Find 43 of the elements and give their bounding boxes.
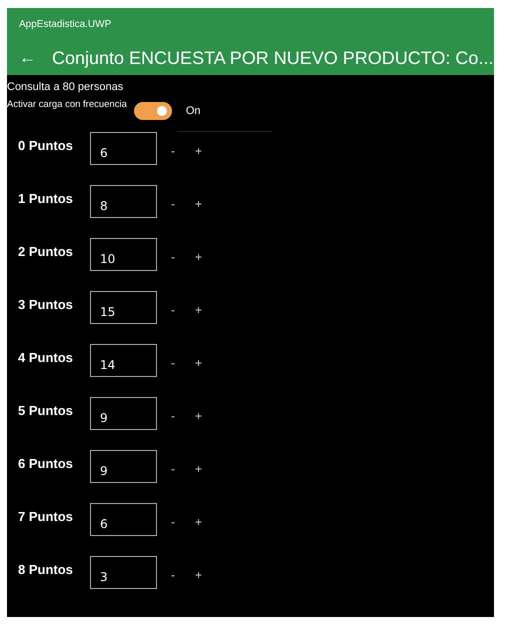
app-title: AppEstadistica.UWP xyxy=(7,8,494,41)
plus-button[interactable]: + xyxy=(191,144,206,158)
row-label: 3 Puntos xyxy=(18,297,74,312)
row-label: 7 Puntos xyxy=(18,509,74,524)
minus-button[interactable]: - xyxy=(167,197,179,211)
value-input[interactable]: 9 xyxy=(90,397,157,430)
plus-button[interactable]: + xyxy=(191,409,206,423)
value-input[interactable]: 3 xyxy=(90,556,157,589)
minus-button[interactable]: - xyxy=(167,250,179,264)
toggle-label: Activar carga con frecuencia xyxy=(7,99,127,110)
plus-button[interactable]: + xyxy=(191,356,206,370)
row-label: 5 Puntos xyxy=(18,403,74,418)
plus-button[interactable]: + xyxy=(191,250,206,264)
value-input[interactable]: 15 xyxy=(90,291,157,324)
page-title: Conjunto ENCUESTA POR NUEVO PRODUCTO: Co... xyxy=(52,48,494,68)
minus-button[interactable]: - xyxy=(167,409,179,423)
row-label: 4 Puntos xyxy=(18,350,74,365)
toggle-state: On xyxy=(186,105,201,117)
row-label: 8 Puntos xyxy=(18,562,74,577)
value-input[interactable]: 9 xyxy=(90,450,157,483)
plus-button[interactable]: + xyxy=(191,303,206,317)
row-label: 1 Puntos xyxy=(18,191,74,206)
value-input[interactable]: 14 xyxy=(90,344,157,377)
row-label: 6 Puntos xyxy=(18,456,74,471)
plus-button[interactable]: + xyxy=(191,515,206,529)
minus-button[interactable]: - xyxy=(167,356,179,370)
value-input[interactable]: 8 xyxy=(90,185,157,218)
minus-button[interactable]: - xyxy=(167,303,179,317)
toggle-switch[interactable] xyxy=(134,102,172,120)
value-input[interactable]: 10 xyxy=(90,238,157,271)
summary-text: Consulta a 80 personas xyxy=(7,80,124,93)
value-input[interactable]: 6 xyxy=(90,132,157,165)
back-button[interactable]: ← xyxy=(19,48,36,68)
plus-button[interactable]: + xyxy=(191,197,206,211)
row-label: 0 Puntos xyxy=(18,138,74,153)
minus-button[interactable]: - xyxy=(167,462,179,476)
row-label: 2 Puntos xyxy=(18,244,74,259)
plus-button[interactable]: + xyxy=(191,568,206,582)
plus-button[interactable]: + xyxy=(191,462,206,476)
minus-button[interactable]: - xyxy=(167,144,179,158)
value-input[interactable]: 6 xyxy=(90,503,157,536)
minus-button[interactable]: - xyxy=(167,568,179,582)
minus-button[interactable]: - xyxy=(167,515,179,529)
